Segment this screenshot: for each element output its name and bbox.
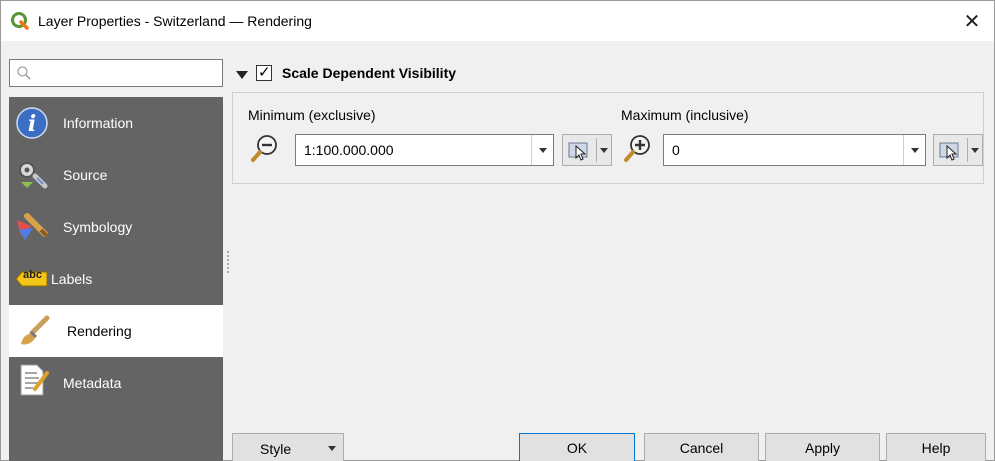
style-button[interactable]: Style — [232, 433, 344, 461]
chevron-down-icon — [328, 446, 336, 451]
help-button[interactable]: Help — [886, 433, 986, 461]
search-icon — [17, 66, 31, 80]
ok-button[interactable]: OK — [519, 433, 635, 461]
collapse-arrow-icon[interactable] — [236, 70, 248, 79]
scale-visibility-group: Minimum (exclusive) Maximum (inclusive) … — [232, 92, 984, 184]
splitter-handle[interactable] — [227, 249, 231, 279]
sidebar-item-rendering[interactable]: Rendering — [9, 305, 223, 357]
qgis-logo-icon — [11, 12, 29, 30]
chevron-down-icon[interactable] — [971, 148, 979, 153]
chevron-down-icon[interactable] — [903, 135, 925, 165]
map-canvas-cursor-icon — [939, 142, 959, 161]
set-maximum-from-map-button[interactable] — [933, 134, 983, 166]
sidebar-item-metadata[interactable]: Metadata — [9, 357, 223, 409]
minimum-scale-combo[interactable]: 1:100.000.000 — [295, 134, 554, 166]
sidebar-item-source[interactable]: Source — [9, 149, 223, 201]
information-icon: i — [16, 107, 48, 139]
svg-text:i: i — [28, 111, 36, 137]
maximum-scale-value: 0 — [672, 142, 680, 158]
sidebar-item-label: Source — [63, 167, 108, 183]
sidebar-item-label: Rendering — [67, 323, 132, 339]
zoom-in-icon — [624, 135, 650, 162]
set-minimum-from-map-button[interactable] — [562, 134, 612, 166]
style-button-label: Style — [260, 441, 292, 457]
window-title: Layer Properties - Switzerland — Renderi… — [38, 13, 312, 29]
apply-button[interactable]: Apply — [765, 433, 880, 461]
layer-properties-dialog: Layer Properties - Switzerland — Renderi… — [0, 0, 995, 461]
chevron-down-icon[interactable] — [531, 135, 553, 165]
close-icon: ✕ — [963, 10, 981, 33]
scale-visibility-title: Scale Dependent Visibility — [282, 65, 457, 81]
chevron-down-icon[interactable] — [600, 148, 608, 153]
scale-visibility-header[interactable]: Scale Dependent Visibility — [236, 62, 456, 84]
maximum-scale-combo[interactable]: 0 — [663, 134, 926, 166]
sidebar-item-label: Symbology — [63, 219, 133, 235]
sidebar-item-label: Metadata — [63, 375, 122, 391]
minimum-scale-label: Minimum (exclusive) — [248, 107, 376, 123]
map-canvas-cursor-icon — [568, 142, 588, 161]
close-button[interactable]: ✕ — [950, 1, 994, 41]
sidebar-item-information[interactable]: i Information — [9, 97, 223, 149]
scale-visibility-checkbox[interactable] — [256, 63, 272, 81]
source-icon — [19, 162, 48, 189]
sidebar-item-labels[interactable]: abc Labels — [9, 253, 223, 305]
zoom-out-icon — [251, 135, 277, 162]
minimum-scale-value: 1:100.000.000 — [304, 142, 394, 158]
cancel-button[interactable]: Cancel — [644, 433, 759, 461]
sidebar-item-symbology[interactable]: Symbology — [9, 201, 223, 253]
symbology-icon — [17, 213, 49, 240]
sidebar: i Information Source Symbology abc Label… — [9, 97, 223, 461]
title-bar: Layer Properties - Switzerland — Renderi… — [1, 1, 994, 41]
sidebar-item-label: Labels — [51, 271, 93, 287]
labels-badge-text: abc — [23, 269, 42, 281]
maximum-scale-label: Maximum (inclusive) — [621, 107, 749, 123]
sidebar-item-label: Information — [63, 115, 134, 131]
rendering-icon — [21, 315, 50, 345]
metadata-icon — [20, 364, 49, 396]
search-input[interactable] — [9, 59, 223, 87]
